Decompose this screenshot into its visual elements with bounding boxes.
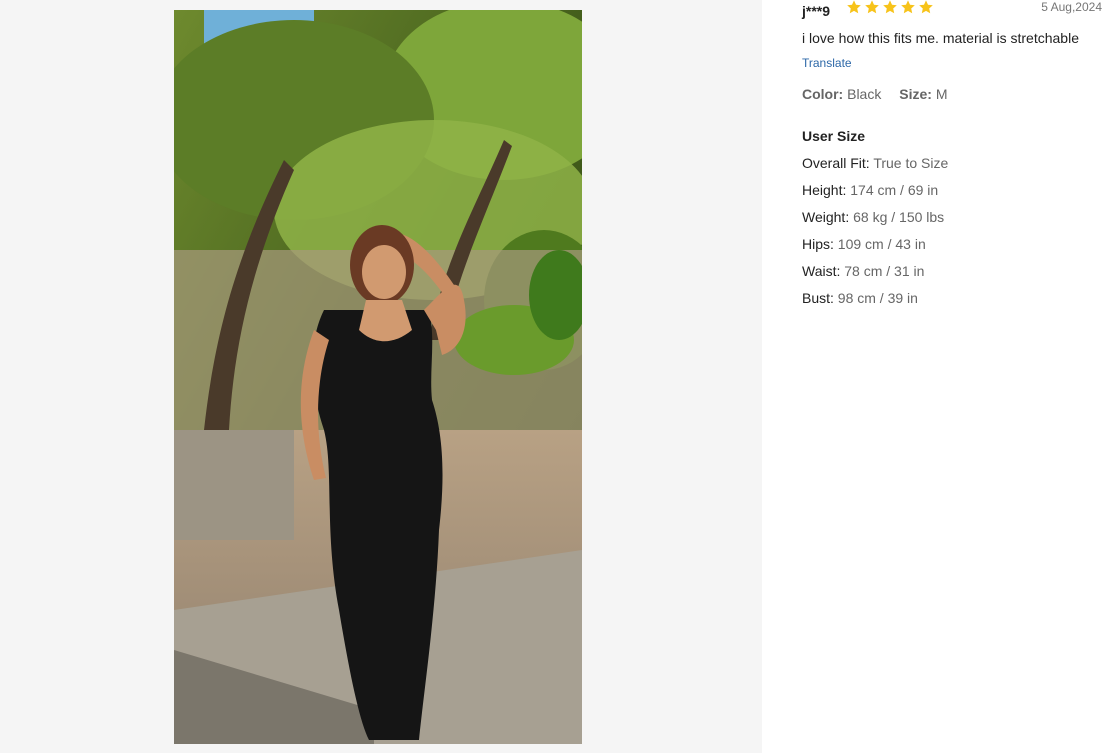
size-item-value: 68 kg / 150 lbs [853,209,945,225]
star-icon [883,0,897,14]
size-item-value: 98 cm / 39 in [837,290,918,306]
size-item-label: Waist: [802,263,841,279]
reviewer-name: j***9 [802,3,831,19]
star-icon [865,0,879,14]
user-size-item-bust: Bust: 98 cm / 39 in [802,290,948,317]
user-size-item-overall-fit: Overall Fit: True to Size [802,155,948,182]
size-item-label: Height: [802,182,847,198]
star-rating [846,0,934,15]
translate-link[interactable]: Translate [802,56,852,70]
review-photo-image [174,10,582,744]
user-size-item-weight: Weight: 68 kg / 150 lbs [802,209,948,236]
user-size-title: User Size [802,128,866,144]
review-comment: i love how this fits me. material is str… [802,30,1079,46]
size-item-label: Hips: [802,236,834,252]
color-label: Color: [802,86,844,102]
size-label: Size: [899,86,932,102]
user-size-item-waist: Waist: 78 cm / 31 in [802,263,948,290]
review-panel: j***9 5 Aug,2024 i love how this fits me… [762,0,1114,753]
star-icon [901,0,915,14]
size-item-value: 78 cm / 31 in [844,263,925,279]
size-item-label: Weight: [802,209,850,225]
review-detail-page: j***9 5 Aug,2024 i love how this fits me… [0,0,1114,753]
review-photo-gallery [0,0,762,753]
review-date: 5 Aug,2024 [1041,0,1102,14]
user-size-item-hips: Hips: 109 cm / 43 in [802,236,948,263]
purchased-attributes: Color: Black Size: M [802,86,947,102]
user-size-item-height: Height: 174 cm / 69 in [802,182,948,209]
size-item-value: 109 cm / 43 in [837,236,926,252]
star-icon [847,0,861,14]
size-item-value: 174 cm / 69 in [850,182,939,198]
review-photo[interactable] [174,10,582,744]
size-item-label: Overall Fit: [802,155,870,171]
user-size-list: Overall Fit: True to Size Height: 174 cm… [802,155,948,317]
size-value: M [935,86,948,102]
size-item-value: True to Size [873,155,949,171]
size-item-label: Bust: [802,290,834,306]
star-icon [919,0,933,14]
color-value: Black [847,86,882,102]
